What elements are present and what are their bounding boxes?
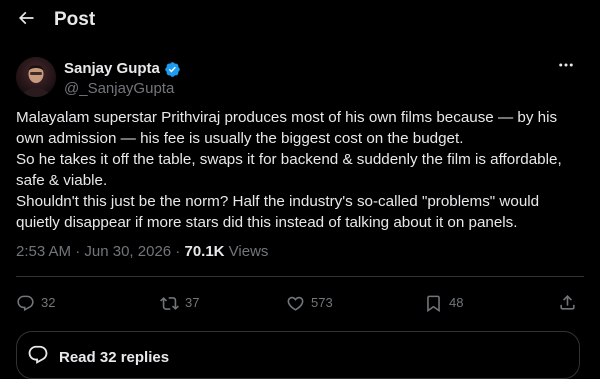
tweet-line: quietly disappear if more stars did this… (16, 214, 518, 231)
meta-separator: · (71, 243, 85, 260)
header-bar: Post (0, 0, 600, 40)
bookmark-count: 48 (449, 295, 464, 310)
tweet-line: own admission — his fee is usually the b… (16, 130, 464, 147)
reply-icon (16, 294, 35, 313)
verified-badge-icon (164, 61, 181, 78)
action-bar: 32 37 573 48 (0, 286, 600, 322)
repost-icon (160, 294, 179, 313)
more-options-button[interactable] (552, 55, 580, 79)
repost-button[interactable]: 37 (160, 293, 199, 313)
reply-button[interactable]: 32 (16, 293, 55, 313)
read-replies-content: Read 32 replies (27, 344, 169, 371)
tweet-line: safe & viable. (16, 172, 108, 189)
views-label: Views (224, 243, 269, 260)
tweet-metadata: 2:53 AM · Jun 30, 2026 · 70.1K Views (16, 242, 268, 262)
divider (16, 276, 584, 277)
heart-icon (286, 294, 305, 313)
bookmark-button[interactable]: 48 (424, 293, 463, 313)
tweet-text: Malayalam superstar Prithviraj produces … (16, 107, 586, 233)
bookmark-icon (424, 294, 443, 313)
repost-count: 37 (185, 295, 200, 310)
views-count[interactable]: 70.1K (184, 243, 224, 260)
share-icon (558, 293, 577, 312)
back-button[interactable] (10, 4, 42, 36)
page-title: Post (54, 9, 96, 30)
like-count: 573 (311, 295, 333, 310)
meta-separator: · (171, 243, 185, 260)
read-replies-button[interactable]: Read 32 replies (16, 331, 580, 379)
more-dots-icon (557, 56, 575, 79)
tweet-line: So he takes it off the table, swaps it f… (16, 151, 562, 168)
author-name[interactable]: Sanjay Gupta (64, 59, 181, 79)
tweet-line: Shouldn't this just be the norm? Half th… (16, 193, 540, 210)
read-replies-label: Read 32 replies (59, 349, 170, 366)
like-button[interactable]: 573 (286, 293, 333, 313)
author-handle[interactable]: @_SanjayGupta (64, 79, 174, 99)
arrow-left-icon (16, 8, 36, 33)
reply-count: 32 (41, 295, 56, 310)
tweet-line: Malayalam superstar Prithviraj produces … (16, 109, 558, 126)
share-button[interactable] (558, 293, 577, 312)
tweet-time[interactable]: 2:53 AM (16, 243, 71, 260)
reply-icon (27, 344, 49, 371)
avatar[interactable] (16, 57, 56, 97)
tweet-date[interactable]: Jun 30, 2026 (84, 243, 171, 260)
author-name-text: Sanjay Gupta (64, 60, 160, 77)
